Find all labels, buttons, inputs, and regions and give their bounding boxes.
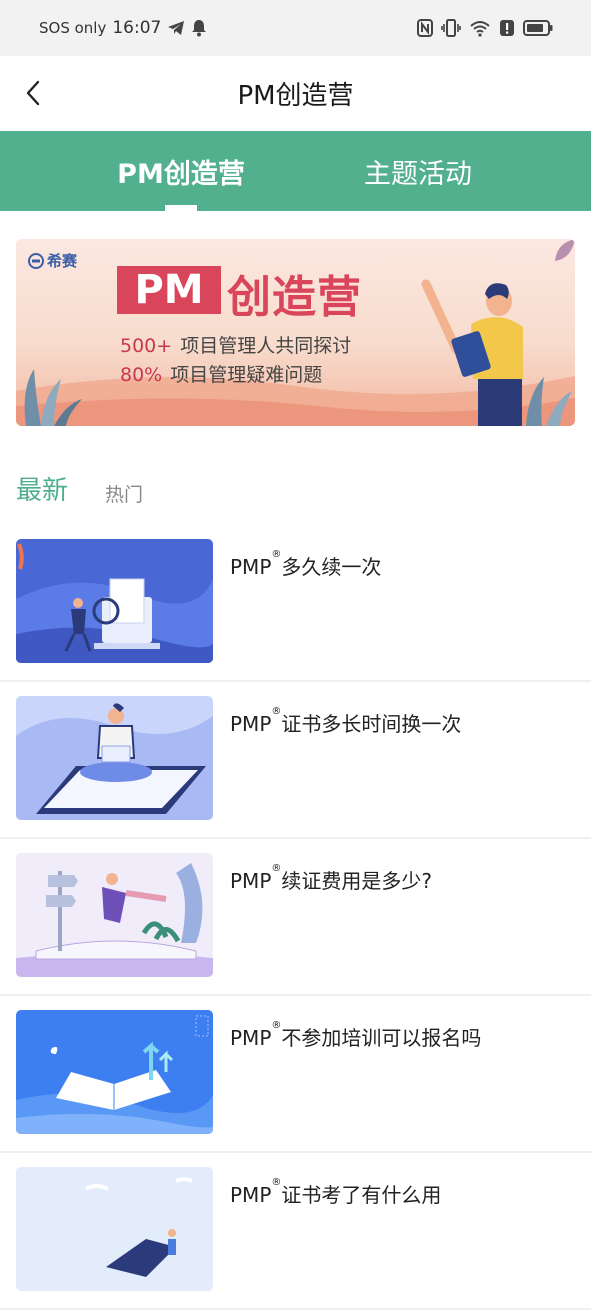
app-header: PM创造营 [0,56,591,131]
plant-decoration [24,369,82,426]
article-title: PMP®续证费用是多少? [230,863,433,894]
article-title-prefix: PMP [230,1026,272,1050]
registered-mark: ® [271,863,282,874]
thumbnail-illustration [16,1015,213,1134]
article-title-text: 不参加培训可以报名吗 [281,1026,482,1050]
back-button[interactable] [18,76,48,110]
page-title: PM创造营 [237,81,354,111]
registered-mark: ® [271,1177,282,1188]
article-item[interactable]: PMP®续证费用是多少? [0,839,591,996]
brand-logo: 希赛 [28,250,77,271]
banner-line-2-text: 项目管理疑难问题 [170,364,323,386]
clock: 16:07 [112,18,162,38]
article-title-text: 证书考了有什么用 [281,1183,442,1207]
banner-person-illustration [421,279,523,426]
article-title-prefix: PMP [230,712,272,736]
article-title: PMP®证书多长时间换一次 [230,706,462,737]
status-bar: SOS only 16:07 [0,0,591,56]
article-thumbnail [16,539,213,663]
banner-pm-label: PM [117,266,221,314]
registered-mark: ® [271,549,282,560]
vibrate-icon [441,19,461,37]
article-title: PMP®证书考了有什么用 [230,1177,442,1208]
banner-line-2: 80% 项目管理疑难问题 [120,360,322,387]
telegram-icon [168,21,185,35]
article-title-text: 续证费用是多少? [281,869,433,893]
registered-mark: ® [271,1020,282,1031]
brand-name: 希赛 [47,252,78,270]
alert-icon [500,20,514,36]
battery-icon [523,20,553,36]
article-title-prefix: PMP [230,1183,272,1207]
article-title-text: 多久续一次 [281,555,382,579]
thumbnail-illustration [16,543,213,663]
article-title: PMP®多久续一次 [230,549,382,580]
article-thumbnail [16,853,213,977]
sort-hot-tab[interactable]: 热门 [105,480,143,507]
banner-line-1-text: 项目管理人共同探讨 [180,335,352,357]
thumbnail-illustration [84,1177,193,1277]
article-list: PMP®多久续一次 PMP®证书多长时间换一次 PMP®续证费用是多少? PMP… [0,525,591,1310]
tab-pm-camp[interactable]: PM创造营 [100,131,262,211]
status-right [417,19,553,37]
sort-newest-tab[interactable]: 最新 [16,470,68,507]
article-thumbnail [16,1010,213,1134]
article-thumbnail [16,1167,213,1291]
chevron-left-icon [26,80,40,106]
article-item[interactable]: PMP®多久续一次 [0,525,591,682]
promo-banner[interactable]: 希赛 PM 创造营 500+ 项目管理人共同探讨 80% 项目管理疑难问题 [16,239,575,426]
banner-line-1-number: 500+ [120,335,173,357]
wifi-icon [470,21,490,37]
nfc-icon [417,19,433,37]
tab-theme-activity[interactable]: 主题活动 [345,131,491,211]
article-thumbnail [16,696,213,820]
thumbnail-illustration [16,703,213,820]
banner-line-1: 500+ 项目管理人共同探讨 [120,331,351,358]
status-left: SOS only 16:07 [39,18,207,38]
article-item[interactable]: PMP®证书考了有什么用 [0,1153,591,1310]
banner-title: 创造营 [227,272,362,323]
article-title-prefix: PMP [230,555,272,579]
banner-line-2-number: 80% [120,364,163,386]
article-title-prefix: PMP [230,869,272,893]
active-tab-indicator [165,205,197,211]
registered-mark: ® [271,706,282,717]
article-item[interactable]: PMP®不参加培训可以报名吗 [0,996,591,1153]
article-item[interactable]: PMP®证书多长时间换一次 [0,682,591,839]
article-title: PMP®不参加培训可以报名吗 [230,1020,482,1051]
notification-bell-icon [192,20,207,37]
thumbnail-illustration [16,863,213,977]
carrier-text: SOS only [39,19,107,37]
tab-bar: PM创造营 主题活动 [0,131,591,211]
banner-leaf-decoration [555,239,575,261]
article-title-text: 证书多长时间换一次 [281,712,462,736]
brand-logo-icon [28,252,44,269]
